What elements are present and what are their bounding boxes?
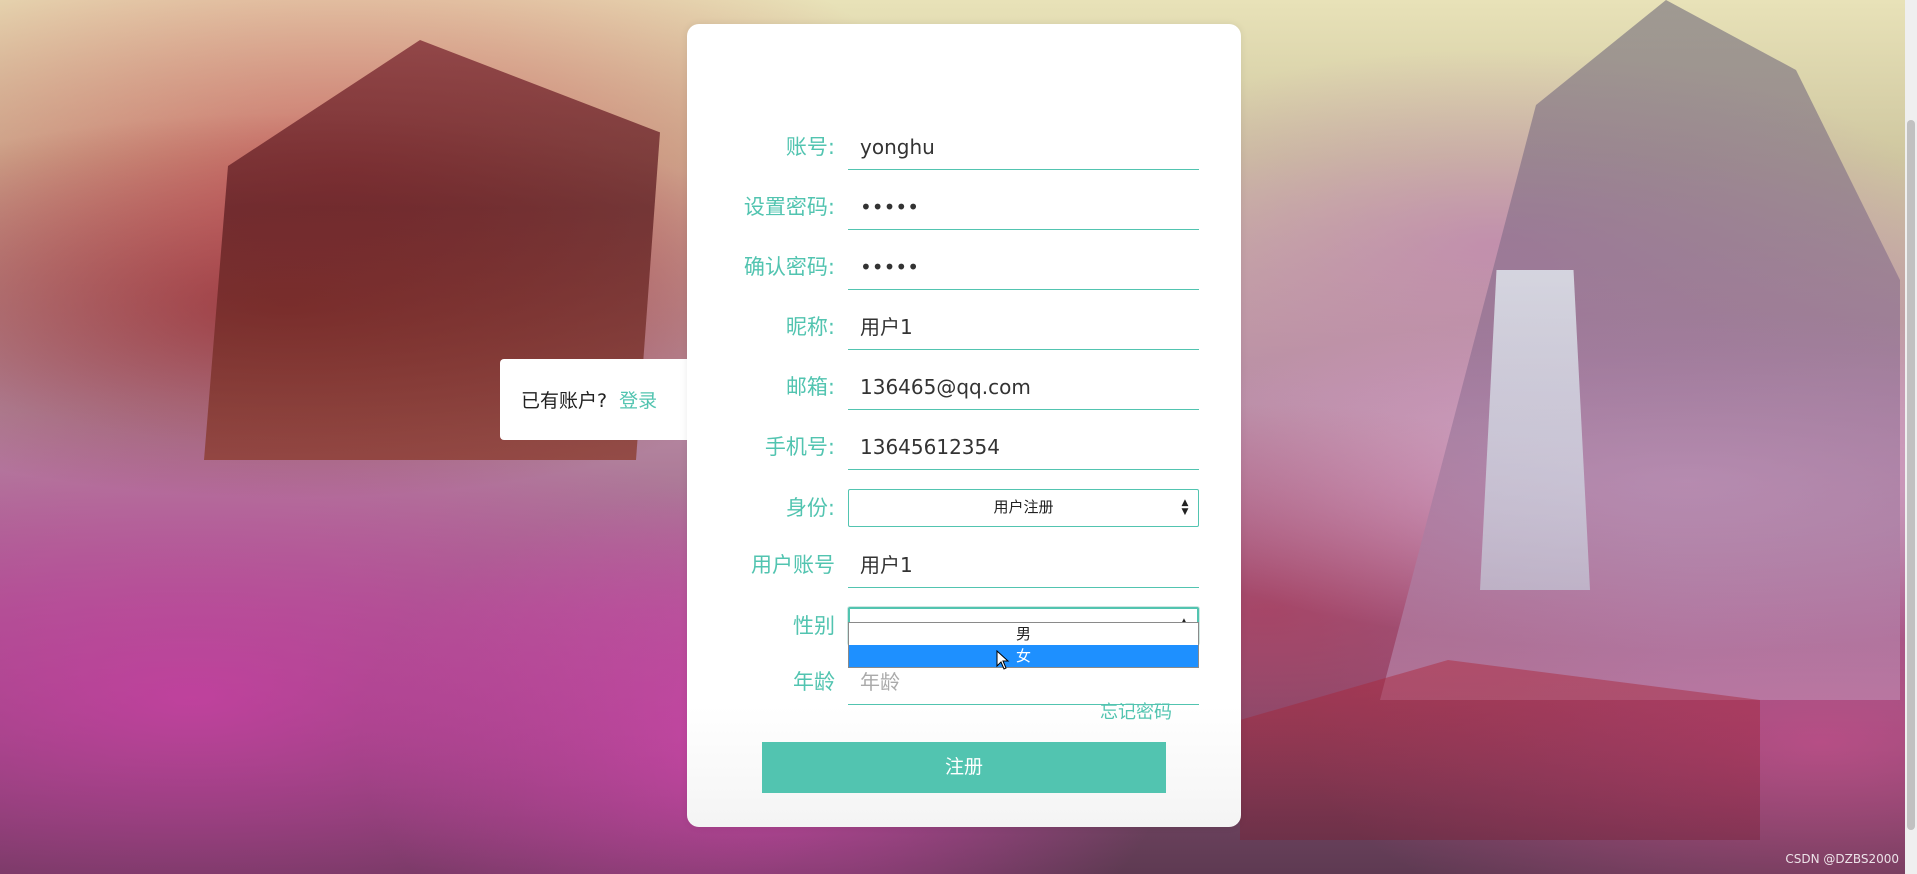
forgot-password-link[interactable]: 忘记密码	[1100, 698, 1172, 724]
vertical-scrollbar[interactable]	[1905, 0, 1917, 874]
nickname-row: 昵称: 用户1	[687, 304, 1241, 350]
gender-option-male[interactable]: 男	[849, 623, 1198, 645]
email-input[interactable]: 136465@qq.com	[848, 364, 1199, 410]
phone-input[interactable]: 13645612354	[848, 424, 1199, 470]
waterfall-illustration	[1480, 270, 1590, 590]
mountain-illustration	[1380, 0, 1900, 700]
watermark-text: CSDN @DZBS2000	[1785, 852, 1899, 866]
user-account-row: 用户账号 用户1	[687, 542, 1241, 588]
identity-select[interactable]: 用户注册 ▲ ▼	[848, 489, 1199, 527]
account-input[interactable]: yonghu	[848, 124, 1199, 170]
scrollbar-thumb[interactable]	[1907, 120, 1915, 830]
user-account-input[interactable]: 用户1	[848, 542, 1199, 588]
identity-row: 身份: 用户注册 ▲ ▼	[687, 485, 1241, 531]
gender-dropdown-list: 男 女	[848, 622, 1199, 668]
confirm-password-label: 确认密码:	[743, 255, 835, 279]
password-row: 设置密码: •••••	[687, 184, 1241, 230]
phone-label: 手机号:	[764, 435, 835, 459]
account-row: 账号: yonghu	[687, 124, 1241, 170]
user-account-label: 用户账号	[751, 553, 835, 577]
password-input[interactable]: •••••	[848, 184, 1199, 230]
confirm-password-row: 确认密码: •••••	[687, 244, 1241, 290]
age-label: 年龄	[793, 670, 835, 694]
identity-label: 身份:	[785, 496, 835, 520]
confirm-password-input[interactable]: •••••	[848, 244, 1199, 290]
account-label: 账号:	[785, 135, 835, 159]
login-link[interactable]: 登录	[619, 386, 657, 413]
email-label: 邮箱:	[785, 375, 835, 399]
bridge-illustration	[1240, 660, 1760, 840]
login-prompt-text: 已有账户?	[521, 390, 608, 412]
identity-select-value: 用户注册	[993, 498, 1054, 516]
nickname-label: 昵称:	[785, 315, 835, 339]
login-prompt-card: 已有账户? 登录	[500, 359, 692, 440]
password-label: 设置密码:	[743, 195, 835, 219]
gender-label: 性别	[793, 614, 835, 638]
mouse-cursor-icon	[996, 650, 1010, 670]
register-button[interactable]: 注册	[762, 742, 1166, 793]
nickname-input[interactable]: 用户1	[848, 304, 1199, 350]
page-background: 已有账户? 登录 账号: yonghu 设置密码: ••••• 确认密码: ••…	[0, 0, 1917, 874]
email-row: 邮箱: 136465@qq.com	[687, 364, 1241, 410]
phone-row: 手机号: 13645612354	[687, 424, 1241, 470]
select-caret-icon: ▲▼	[1181, 497, 1189, 517]
gender-option-female[interactable]: 女	[849, 645, 1198, 667]
